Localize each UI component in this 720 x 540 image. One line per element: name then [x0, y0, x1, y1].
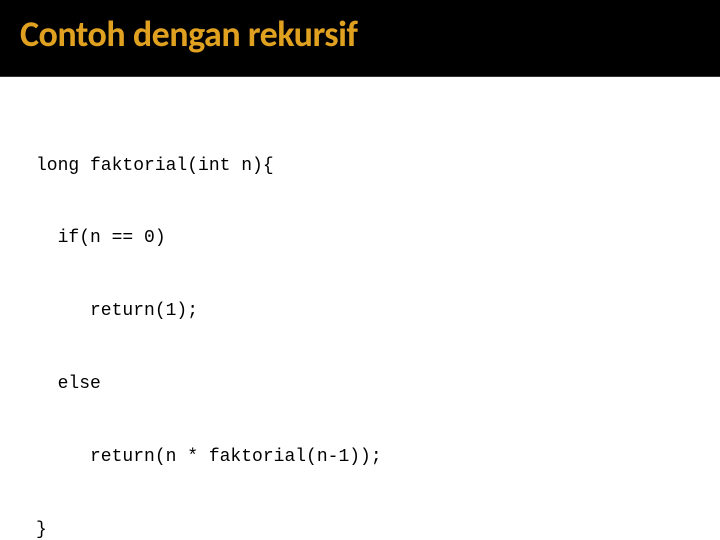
code-line: return(n * faktorial(n-1)); — [36, 445, 684, 469]
slide-header: Contoh dengan rekursif — [0, 0, 720, 77]
slide-title: Contoh dengan rekursif — [20, 12, 700, 56]
slide-content: long faktorial(int n){ if(n == 0) return… — [0, 77, 720, 540]
code-line: else — [36, 372, 684, 396]
code-block: long faktorial(int n){ if(n == 0) return… — [36, 105, 684, 540]
code-line: return(1); — [36, 299, 684, 323]
code-line: } — [36, 518, 684, 540]
code-line: long faktorial(int n){ — [36, 154, 684, 178]
code-line: if(n == 0) — [36, 226, 684, 250]
